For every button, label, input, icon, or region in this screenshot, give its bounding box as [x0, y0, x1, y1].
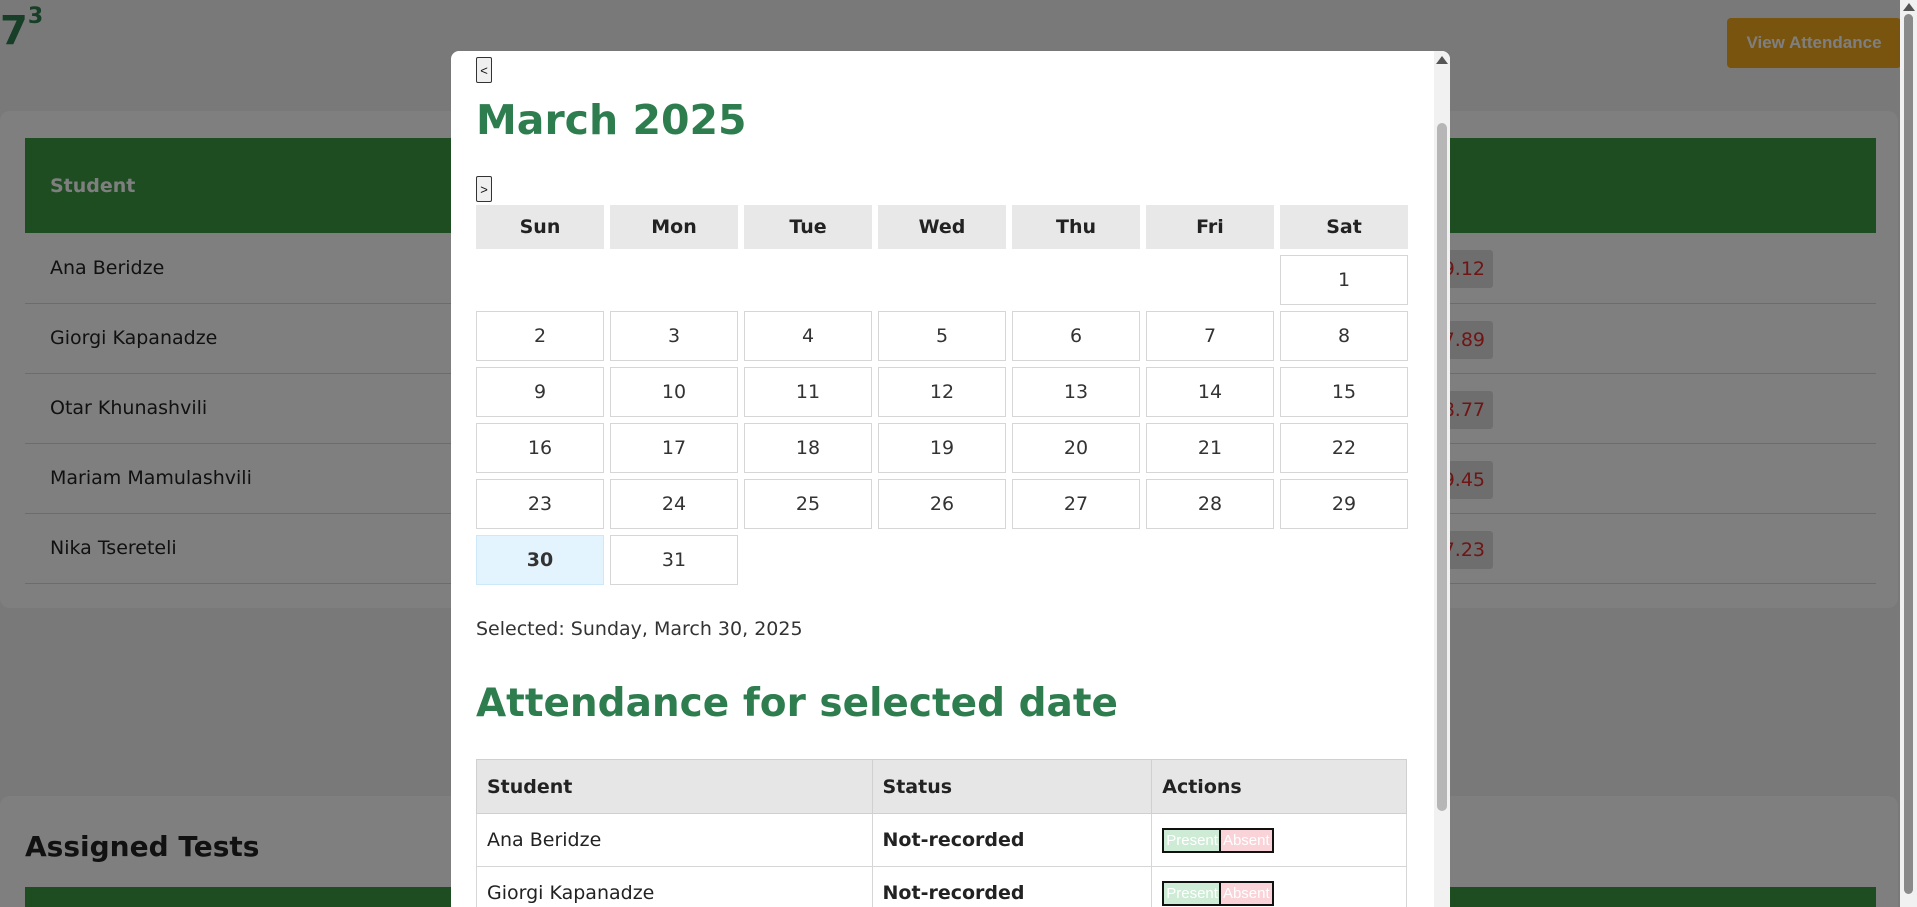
- attendance-actions: Present Absent: [1151, 813, 1407, 867]
- calendar-empty-cell: [744, 255, 872, 305]
- calendar-day[interactable]: 1: [1280, 255, 1408, 305]
- calendar-empty-cell: [610, 255, 738, 305]
- att-header-actions: Actions: [1151, 759, 1407, 814]
- att-header-student: Student: [476, 759, 873, 814]
- att-header-status: Status: [871, 759, 1153, 814]
- selected-date-text: Selected: Sunday, March 30, 2025: [476, 618, 803, 640]
- calendar-day[interactable]: 27: [1012, 479, 1140, 529]
- calendar-day[interactable]: 2: [476, 311, 604, 361]
- month-title: March 2025: [476, 96, 747, 144]
- calendar-day[interactable]: 9: [476, 367, 604, 417]
- page-scroll-up-arrow-icon[interactable]: [1903, 3, 1915, 11]
- attendance-row: Ana Beridze Not-recorded Present Absent: [476, 813, 1407, 867]
- weekday-label: Fri: [1146, 205, 1274, 249]
- calendar-day[interactable]: 6: [1012, 311, 1140, 361]
- calendar-weekday-header: Sun Mon Tue Wed Thu Fri Sat: [476, 205, 1408, 249]
- weekday-label: Wed: [878, 205, 1006, 249]
- calendar-day[interactable]: 31: [610, 535, 738, 585]
- calendar-day[interactable]: 10: [610, 367, 738, 417]
- modal-scroll-thumb[interactable]: [1437, 123, 1447, 811]
- calendar-day[interactable]: 24: [610, 479, 738, 529]
- scroll-up-arrow-icon[interactable]: [1436, 56, 1448, 64]
- attendance-row: Giorgi Kapanadze Not-recorded Present Absen…: [476, 866, 1407, 907]
- weekday-label: Tue: [744, 205, 872, 249]
- calendar-grid: Sun Mon Tue Wed Thu Fri Sat 1 2 3 4 5 6 7 8 9 10 11 12 13 1…: [476, 205, 1408, 585]
- calendar-day[interactable]: 20: [1012, 423, 1140, 473]
- attendance-student-name: Giorgi Kapanadze: [476, 866, 873, 907]
- calendar-empty-cell: [1012, 255, 1140, 305]
- calendar-day[interactable]: 19: [878, 423, 1006, 473]
- attendance-status: Not-recorded: [871, 866, 1153, 907]
- weekday-label: Thu: [1012, 205, 1140, 249]
- calendar-empty-cell: [1146, 255, 1274, 305]
- page-scrollbar[interactable]: [1900, 0, 1917, 907]
- calendar-day[interactable]: 28: [1146, 479, 1274, 529]
- calendar-day[interactable]: 12: [878, 367, 1006, 417]
- next-month-button[interactable]: >: [476, 176, 492, 202]
- calendar-day[interactable]: 25: [744, 479, 872, 529]
- calendar-day[interactable]: 17: [610, 423, 738, 473]
- mark-present-button[interactable]: Present: [1162, 827, 1222, 853]
- calendar-day[interactable]: 22: [1280, 423, 1408, 473]
- attendance-actions: Present Absent: [1151, 866, 1407, 907]
- page-scroll-thumb[interactable]: [1904, 14, 1913, 894]
- calendar-empty-cell: [476, 255, 604, 305]
- weekday-label: Sat: [1280, 205, 1408, 249]
- calendar-day[interactable]: 23: [476, 479, 604, 529]
- calendar-day[interactable]: 4: [744, 311, 872, 361]
- mark-present-button[interactable]: Present: [1162, 880, 1222, 906]
- calendar-day[interactable]: 15: [1280, 367, 1408, 417]
- calendar-day[interactable]: 3: [610, 311, 738, 361]
- calendar-day[interactable]: 5: [878, 311, 1006, 361]
- mark-absent-button[interactable]: Absent: [1218, 827, 1274, 853]
- calendar-day[interactable]: 7: [1146, 311, 1274, 361]
- prev-month-button[interactable]: <: [476, 57, 492, 83]
- attendance-status: Not-recorded: [871, 813, 1153, 867]
- weekday-label: Sun: [476, 205, 604, 249]
- calendar-day[interactable]: 13: [1012, 367, 1140, 417]
- attendance-title: Attendance for selected date: [476, 681, 1118, 726]
- calendar-day[interactable]: 8: [1280, 311, 1408, 361]
- calendar-days: 1 2 3 4 5 6 7 8 9 10 11 12 13 14 15 16 17 18 19 20 21 22 23 24 2…: [476, 255, 1408, 585]
- mark-absent-button[interactable]: Absent: [1218, 880, 1274, 906]
- attendance-modal: < March 2025 > Sun Mon Tue Wed Thu Fri Sat 123…: [451, 51, 1450, 907]
- calendar-empty-cell: [878, 255, 1006, 305]
- weekday-label: Mon: [610, 205, 738, 249]
- calendar-day[interactable]: 26: [878, 479, 1006, 529]
- calendar-day[interactable]: 21: [1146, 423, 1274, 473]
- calendar-day[interactable]: 11: [744, 367, 872, 417]
- modal-scrollbar[interactable]: [1434, 51, 1450, 907]
- calendar-day[interactable]: 18: [744, 423, 872, 473]
- attendance-table: Student Status Actions Ana Beridze Not-re…: [476, 759, 1407, 907]
- calendar-day[interactable]: 16: [476, 423, 604, 473]
- calendar-day[interactable]: 29: [1280, 479, 1408, 529]
- attendance-student-name: Ana Beridze: [476, 813, 873, 867]
- calendar-day-selected[interactable]: 30: [476, 535, 604, 585]
- calendar-day[interactable]: 14: [1146, 367, 1274, 417]
